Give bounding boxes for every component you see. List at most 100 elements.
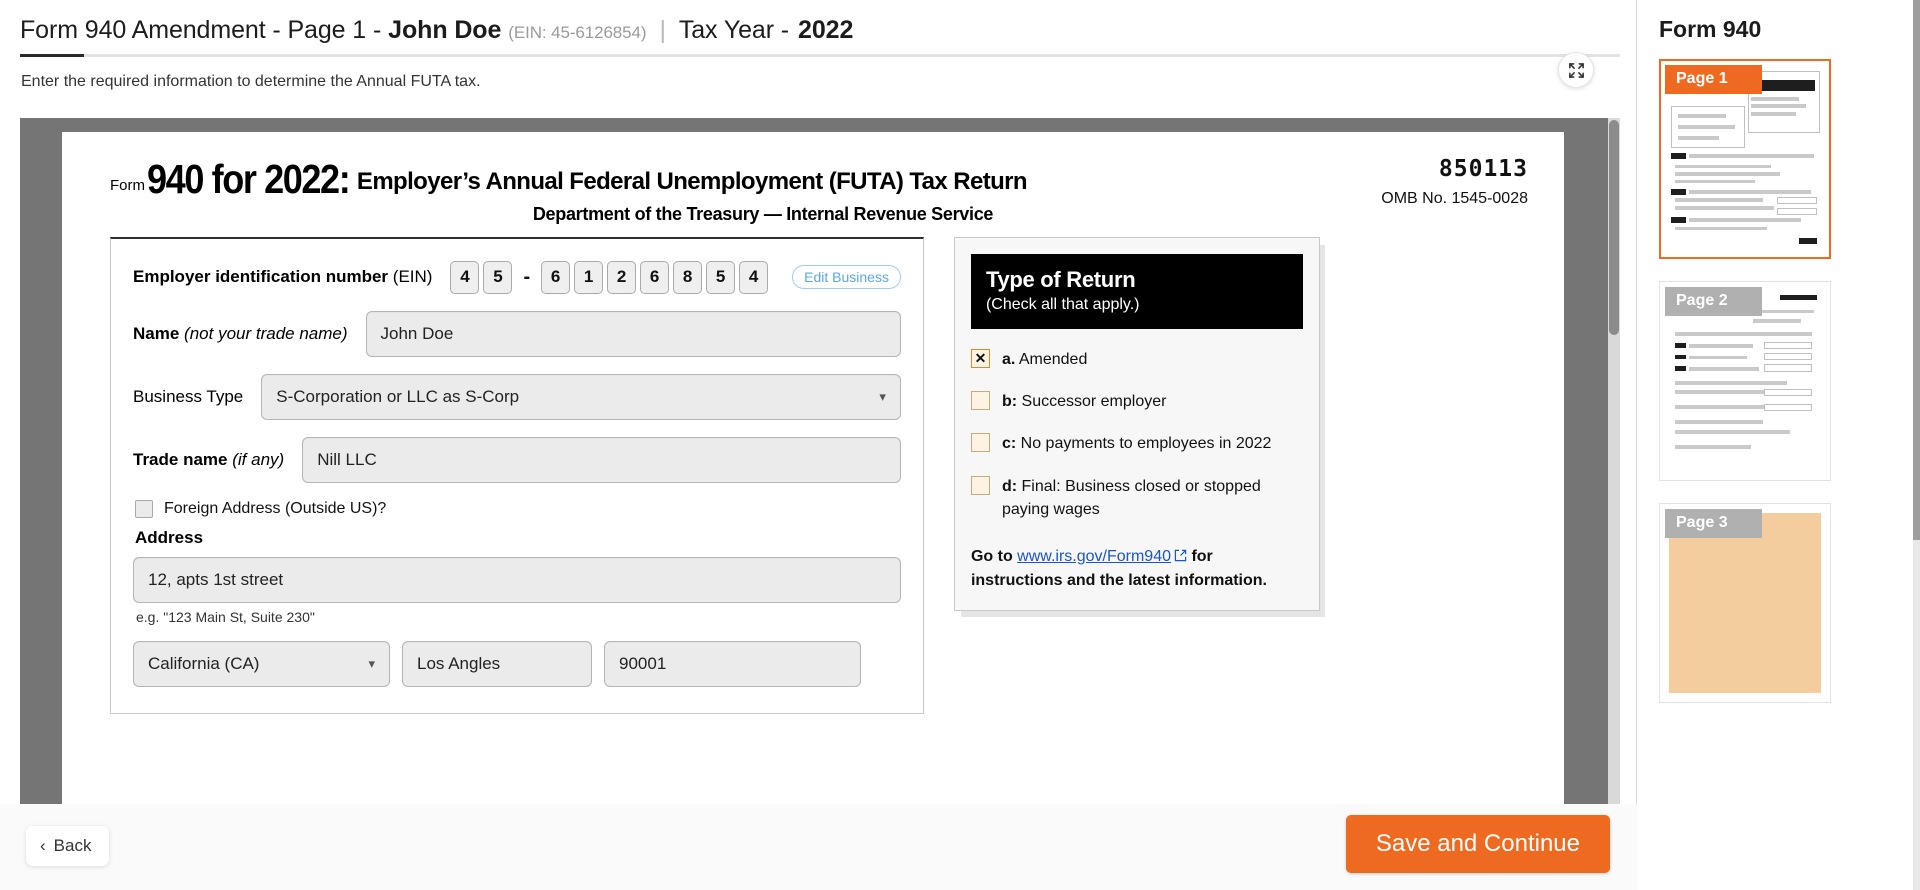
option-d-key: d: [1001, 477, 1018, 495]
ein-digit[interactable]: 2 [607, 260, 637, 294]
type-of-return-option-c[interactable]: c: No payments to employees in 2022 [970, 432, 1303, 455]
title-separator: | [659, 16, 666, 44]
ein-row: Employer identification number (EIN) 4 5… [133, 260, 901, 294]
thumbnail-page-3[interactable]: Page 3 [1659, 503, 1831, 703]
state-select[interactable]: California (CA) ▾ [133, 640, 390, 687]
irs-instructions-text: Go to www.irs.gov/Form940 for instructio… [971, 545, 1303, 592]
thumbnail-page-2-label: Page 2 [1665, 287, 1762, 316]
form-scrollbar-track[interactable] [1608, 118, 1620, 804]
type-of-return-option-b[interactable]: b: Successor employer [970, 390, 1303, 413]
checkbox-no-payments[interactable] [970, 433, 990, 453]
thumbnail-page-2[interactable]: Page 2 [1659, 281, 1831, 481]
option-a-key: a. [1001, 350, 1016, 368]
tax-year-label: Tax Year - [678, 16, 790, 44]
form-title-block: Employer’s Annual Federal Unemployment (… [356, 167, 1028, 199]
name-label: Name (not your trade name) [133, 324, 348, 344]
trade-name-row: Trade name (if any) Nill LLC [133, 436, 901, 483]
name-label-italic: (not your trade name) [184, 323, 348, 343]
ein-digit[interactable]: 6 [640, 260, 670, 294]
edit-business-button[interactable]: Edit Business [792, 265, 901, 290]
address-hint: e.g. "123 Main St, Suite 230" [136, 608, 315, 625]
option-b-key: b: [1001, 393, 1018, 411]
chevron-left-icon: ‹ [40, 836, 46, 855]
foreign-address-row[interactable]: Foreign Address (Outside US)? [135, 499, 901, 518]
ein-label: Employer identification number (EIN) [133, 267, 432, 287]
form-preview-viewport: Form 940 for 2022: Employer’s Annual Fed… [20, 118, 1620, 804]
thumbnail-page-3-label: Page 3 [1665, 509, 1762, 538]
ein-label-bold: Employer identification number [133, 267, 389, 287]
name-label-bold: Name [133, 323, 180, 343]
trade-name-label: Trade name (if any) [133, 450, 284, 470]
form-940-paper: Form 940 for 2022: Employer’s Annual Fed… [62, 132, 1564, 804]
type-of-return-option-a[interactable]: ✕ a. Amended [970, 348, 1303, 371]
back-button[interactable]: ‹ Back [26, 826, 110, 866]
form-number-year: 940 for 2022: [147, 156, 351, 202]
option-a-label: a. Amended [1002, 348, 1087, 371]
ein-dash: - [523, 265, 531, 288]
goto-prefix: Go to [970, 547, 1013, 565]
app-root: Form 940 Amendment - Page 1 - John Doe (… [0, 0, 1920, 890]
page-title-prefix: Form 940 Amendment - Page 1 - [20, 16, 382, 44]
option-b-text: Successor employer [1021, 393, 1167, 411]
main-column: Form 940 Amendment - Page 1 - John Doe (… [0, 0, 1637, 890]
ein-digit[interactable]: 5 [706, 260, 736, 294]
foreign-address-label: Foreign Address (Outside US)? [164, 499, 387, 517]
zip-field[interactable]: 90001 [604, 640, 861, 687]
business-info-box: Employer identification number (EIN) 4 5… [110, 236, 924, 714]
business-type-select[interactable]: S-Corporation or LLC as S-Corp ▾ [261, 373, 901, 420]
ein-digit[interactable]: 4 [450, 260, 480, 294]
type-of-return-box: Type of Return (Check all that apply.) ✕… [953, 236, 1320, 612]
sidebar-title: Form 940 [1659, 16, 1762, 42]
ein-input-group[interactable]: 4 5 - 6 1 2 6 8 5 4 [450, 260, 769, 294]
name-row: Name (not your trade name) John Doe [133, 310, 901, 357]
trade-name-field[interactable]: Nill LLC [302, 436, 901, 483]
page-subtitle: Enter the required information to determ… [21, 73, 481, 90]
goto-suffix: for [1191, 547, 1213, 565]
type-of-return-header: Type of Return (Check all that apply.) [970, 253, 1303, 329]
business-type-value: S-Corporation or LLC as S-Corp [276, 386, 520, 406]
title-underline [20, 54, 1620, 57]
form-omb-number: OMB No. 1545-0028 [1381, 190, 1528, 207]
ein-digit[interactable]: 5 [483, 260, 513, 294]
form-body: Employer identification number (EIN) 4 5… [62, 225, 1564, 754]
page-title-business: John Doe [388, 16, 502, 44]
form-scrollbar-thumb[interactable] [1609, 120, 1619, 335]
irs-form940-link[interactable]: www.irs.gov/Form940 [1017, 548, 1171, 565]
name-field[interactable]: John Doe [365, 310, 901, 357]
type-of-return-subtitle: (Check all that apply.) [985, 295, 1140, 313]
form-employer-title: Employer’s Annual Federal Unemployment (… [356, 167, 1028, 195]
option-c-label: c: No payments to employees in 2022 [1002, 432, 1272, 455]
ein-digit[interactable]: 1 [574, 260, 604, 294]
address-field[interactable]: 12, apts 1st street [133, 556, 901, 603]
page-title-ein: (EIN: 45-6126854) [508, 23, 647, 42]
checkbox-successor-employer[interactable] [970, 391, 990, 411]
chevron-down-icon: ▾ [879, 388, 886, 404]
form-word-label: Form [110, 176, 145, 194]
state-city-zip-row: California (CA) ▾ Los Angles 90001 [133, 640, 901, 687]
ein-digit[interactable]: 8 [673, 260, 703, 294]
thumbnail-page-1[interactable]: Page 1 [1659, 59, 1831, 259]
chevron-down-icon: ▾ [368, 655, 375, 671]
type-of-return-title: Type of Return [985, 266, 1136, 292]
business-type-row: Business Type S-Corporation or LLC as S-… [133, 373, 901, 420]
option-b-label: b: Successor employer [1002, 390, 1167, 413]
expand-arrows-icon[interactable] [1558, 52, 1594, 88]
city-field[interactable]: Los Angles [402, 640, 592, 687]
page-title: Form 940 Amendment - Page 1 - John Doe (… [20, 16, 1616, 45]
option-d-text: Final: Business closed or stopped paying… [1001, 477, 1261, 518]
save-and-continue-button[interactable]: Save and Continue [1345, 815, 1610, 873]
ein-digit[interactable]: 6 [541, 260, 571, 294]
page-thumbnails-sidebar: Form 940 Page 1 Page 2 Page 3 [1637, 0, 1920, 890]
sidebar-scrollbar-thumb[interactable] [1913, 0, 1920, 540]
trade-name-label-bold: Trade name [133, 449, 228, 469]
page-header: Form 940 Amendment - Page 1 - John Doe (… [0, 0, 1636, 91]
sidebar-scrollbar[interactable] [1913, 0, 1920, 890]
form-ocr-number: 850113 [1438, 156, 1528, 182]
foreign-address-checkbox[interactable] [135, 499, 153, 518]
state-value: California (CA) [148, 653, 260, 673]
checkbox-amended[interactable]: ✕ [970, 348, 990, 368]
checkbox-final-return[interactable] [970, 475, 990, 495]
option-c-text: No payments to employees in 2022 [1020, 435, 1272, 453]
ein-digit[interactable]: 4 [739, 260, 769, 294]
type-of-return-option-d[interactable]: d: Final: Business closed or stopped pay… [970, 475, 1303, 521]
